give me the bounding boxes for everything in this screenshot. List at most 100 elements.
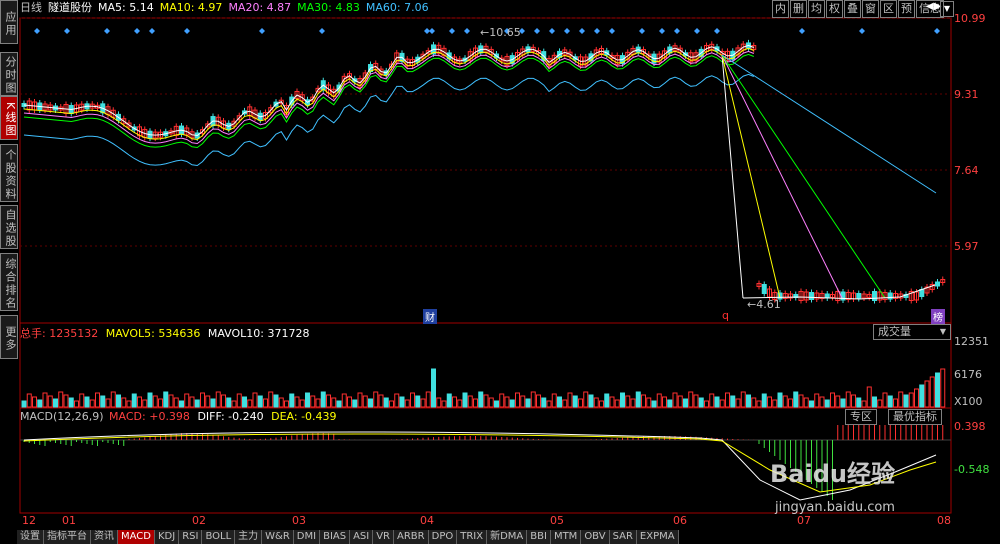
indicator-tab-2[interactable]: 资讯 bbox=[91, 530, 118, 544]
left-tab-5[interactable]: 综合排名 bbox=[0, 253, 18, 311]
indicator-tab-14[interactable]: DPO bbox=[428, 530, 458, 544]
x-label: 02 bbox=[192, 514, 206, 527]
volume-bar bbox=[221, 394, 226, 408]
volume-bar bbox=[809, 400, 814, 408]
event-diamond bbox=[534, 28, 540, 34]
volume-bar bbox=[924, 380, 930, 408]
volume-bar bbox=[520, 395, 526, 408]
left-tab-1[interactable]: 分时图 bbox=[0, 52, 18, 96]
volume-bar bbox=[231, 400, 237, 408]
left-tab-4[interactable]: 自选股 bbox=[0, 205, 18, 249]
indicator-tab-15[interactable]: TRIX bbox=[457, 530, 488, 544]
event-diamond bbox=[564, 28, 570, 34]
indicator-tab-1[interactable]: 指标平台 bbox=[44, 530, 91, 544]
indicator-tab-3[interactable]: MACD bbox=[118, 530, 155, 544]
volume-bar bbox=[672, 392, 678, 408]
toolbar-button-0[interactable]: 内 bbox=[772, 0, 789, 18]
indicator-tab-11[interactable]: ASI bbox=[350, 530, 374, 544]
volume-bar bbox=[798, 394, 804, 408]
event-diamond bbox=[464, 28, 470, 34]
indicator-tab-4[interactable]: KDJ bbox=[154, 530, 180, 544]
volume-bar bbox=[173, 397, 179, 408]
ma-line-segment bbox=[721, 54, 781, 299]
rank-event-marker[interactable]: 榜 bbox=[931, 309, 945, 324]
volume-bar bbox=[53, 398, 58, 408]
volume-bar bbox=[830, 392, 835, 408]
best-indicator-button[interactable]: 最优指标 bbox=[888, 409, 942, 425]
volume-bar bbox=[572, 395, 578, 408]
volume-bar bbox=[730, 395, 736, 408]
period-label: 日线 bbox=[20, 1, 42, 14]
volume-bar bbox=[110, 391, 116, 408]
volume-bar bbox=[903, 394, 909, 408]
toolbar-button-4[interactable]: 叠 bbox=[844, 0, 861, 18]
mavol10: MAVOL10: 371728 bbox=[207, 327, 310, 340]
volume-bar bbox=[919, 384, 925, 408]
volume-bar bbox=[383, 397, 389, 408]
volume-bar bbox=[504, 396, 510, 408]
volume-bar bbox=[462, 392, 468, 408]
toolbar-button-6[interactable]: 区 bbox=[880, 0, 897, 18]
toolbar-button-5[interactable]: 窗 bbox=[862, 0, 879, 18]
indicator-tab-13[interactable]: ARBR bbox=[394, 530, 429, 544]
toolbar-button-1[interactable]: 删 bbox=[790, 0, 807, 18]
chart-header: 日线 隧道股份 MA5: 5.14 MA10: 4.97 MA20: 4.87 MA30:… bbox=[20, 0, 760, 16]
volume-bar bbox=[488, 397, 494, 408]
volume-bar bbox=[242, 396, 247, 408]
left-tab-2[interactable]: K线图 bbox=[0, 96, 18, 140]
volume-bar bbox=[940, 368, 946, 408]
volume-bar bbox=[562, 399, 568, 408]
indicator-tab-5[interactable]: RSI bbox=[179, 530, 203, 544]
volume-bar bbox=[326, 394, 331, 408]
finance-event-marker[interactable]: 财 bbox=[423, 309, 437, 324]
volume-bar bbox=[609, 396, 615, 408]
volume-bar bbox=[89, 399, 95, 408]
volume-bar bbox=[95, 392, 100, 408]
indicator-tab-19[interactable]: OBV bbox=[581, 530, 610, 544]
toolbar-button-2[interactable]: 均 bbox=[808, 0, 825, 18]
indicator-tab-9[interactable]: DMI bbox=[293, 530, 321, 544]
volume-bar bbox=[483, 394, 489, 408]
volume-bar bbox=[163, 391, 169, 408]
dropdown-icon[interactable]: ▼ bbox=[940, 1, 954, 17]
indicator-tab-6[interactable]: BOLL bbox=[202, 530, 236, 544]
toolbar-button-3[interactable]: 权 bbox=[826, 0, 843, 18]
dea-value: DEA: -0.439 bbox=[271, 410, 337, 423]
left-tab-3[interactable]: 个股资料 bbox=[0, 144, 18, 202]
volume-bar bbox=[284, 400, 289, 408]
volume-bar bbox=[68, 397, 74, 408]
indicator-tab-8[interactable]: W&R bbox=[262, 530, 294, 544]
toolbar-button-7[interactable]: 预 bbox=[898, 0, 915, 18]
volume-bar bbox=[814, 393, 820, 408]
indicator-tab-12[interactable]: VR bbox=[373, 530, 395, 544]
volume-bar bbox=[252, 392, 258, 408]
q-event-marker[interactable]: q bbox=[722, 309, 729, 322]
volume-bar bbox=[467, 395, 473, 408]
ma30-value: MA30: 4.83 bbox=[297, 1, 360, 14]
indicator-tab-18[interactable]: MTM bbox=[550, 530, 582, 544]
indicator-tab-20[interactable]: SAR bbox=[609, 530, 637, 544]
left-tab-0[interactable]: 应用 bbox=[0, 0, 18, 44]
left-tab-6[interactable]: 更多 bbox=[0, 315, 18, 359]
indicator-tab-0[interactable]: 设置 bbox=[17, 530, 44, 544]
ma60-value: MA60: 7.06 bbox=[365, 1, 429, 14]
volume-bar bbox=[688, 391, 694, 408]
volume-bar bbox=[147, 392, 153, 408]
indicator-tab-16[interactable]: 新DMA bbox=[487, 530, 528, 544]
volume-bar bbox=[593, 397, 599, 408]
volume-bar bbox=[200, 392, 205, 408]
event-diamond bbox=[609, 28, 615, 34]
volume-bar bbox=[588, 394, 594, 408]
indicator-select[interactable]: 成交量 ▼ bbox=[873, 324, 951, 340]
indicator-tab-7[interactable]: 主力 bbox=[235, 530, 263, 544]
indicator-tab-17[interactable]: BBI bbox=[527, 530, 551, 544]
volume-bar bbox=[79, 393, 85, 408]
zone-button[interactable]: 专区 bbox=[845, 409, 877, 425]
indicator-tab-21[interactable]: EXPMA bbox=[636, 530, 679, 544]
indicator-tab-10[interactable]: BIAS bbox=[320, 530, 351, 544]
volume-bar bbox=[32, 396, 37, 408]
volume-bar bbox=[525, 398, 531, 408]
volume-bar bbox=[656, 393, 662, 408]
volume-bar bbox=[331, 397, 337, 408]
volume-tick: X100 bbox=[954, 395, 983, 408]
